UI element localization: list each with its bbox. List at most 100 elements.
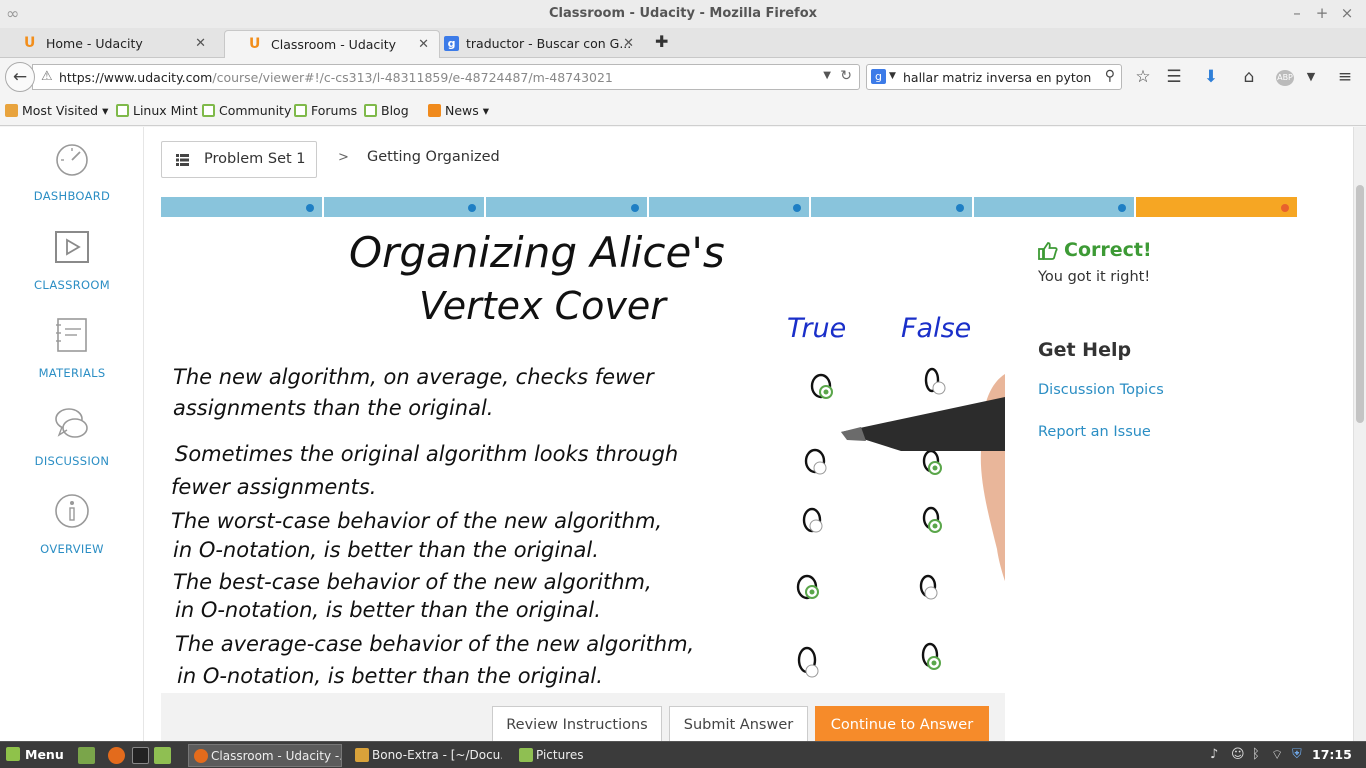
- quiz-title-line1: Organizing Alice's: [349, 228, 725, 277]
- desktop-taskbar: Menu Classroom - Udacity -... Bono-Extra…: [0, 741, 1366, 768]
- clock[interactable]: 17:15: [1312, 747, 1352, 762]
- close-tab-icon[interactable]: ✕: [195, 36, 206, 51]
- bookmarks-list-icon[interactable]: ☰: [1163, 67, 1185, 87]
- statement-text: The average-case behavior of the new alg…: [175, 632, 694, 656]
- back-button[interactable]: ←: [5, 62, 35, 92]
- home-icon[interactable]: ⌂: [1238, 67, 1260, 87]
- udacity-icon: U: [24, 35, 36, 51]
- folder-icon: [519, 748, 533, 762]
- sidebar-label: DASHBOARD: [33, 189, 111, 203]
- continue-to-answer-button[interactable]: Continue to Answer: [815, 706, 989, 741]
- page-scrollbar[interactable]: [1353, 127, 1366, 741]
- progress-segment[interactable]: [1136, 197, 1297, 217]
- sidebar-item-classroom[interactable]: CLASSROOM: [0, 228, 144, 292]
- close-tab-icon[interactable]: ✕: [418, 37, 429, 52]
- url-bar[interactable]: ⚠ https://www.udacity.com/course/viewer#…: [32, 64, 860, 90]
- submit-answer-button[interactable]: Submit Answer: [669, 706, 808, 741]
- statement-text: in O-notation, is better than the origin…: [175, 598, 601, 622]
- tab-classroom-udacity[interactable]: U Classroom - Udacity ✕: [224, 30, 440, 58]
- tab-label: traductor - Buscar con G...: [466, 36, 632, 51]
- site-info-icon[interactable]: ⚠: [41, 69, 53, 84]
- bluetooth-icon[interactable]: ᛒ: [1252, 747, 1260, 762]
- search-icon[interactable]: ⚲: [1105, 68, 1115, 84]
- lesson-menu-button[interactable]: Problem Set 1: [161, 141, 317, 178]
- bookmark-news[interactable]: News ▾: [428, 103, 489, 118]
- hamburger-menu-icon[interactable]: ≡: [1334, 67, 1356, 87]
- report-issue-link[interactable]: Report an Issue: [1038, 424, 1151, 440]
- show-desktop-icon[interactable]: [78, 747, 95, 764]
- minimize-icon[interactable]: –: [1288, 4, 1306, 22]
- discussion-topics-link[interactable]: Discussion Topics: [1038, 382, 1164, 398]
- lesson-label: Problem Set 1: [204, 151, 306, 167]
- sidebar-item-overview[interactable]: OVERVIEW: [0, 492, 144, 556]
- url-text[interactable]: https://www.udacity.com/course/viewer#!/…: [59, 70, 613, 85]
- taskbar-item-classroom[interactable]: Classroom - Udacity -...: [188, 744, 342, 767]
- sidebar-label: OVERVIEW: [40, 542, 104, 556]
- window-titlebar: ∞ Classroom - Udacity - Mozilla Firefox …: [0, 0, 1366, 28]
- search-engine-dropdown-icon[interactable]: ▼: [889, 71, 896, 81]
- shield-icon[interactable]: ⛨: [1292, 747, 1302, 762]
- taskbar-item-bono-extra[interactable]: Bono-Extra - [~/Docu...: [350, 744, 502, 767]
- adblock-dropdown-icon[interactable]: ▼: [1300, 70, 1322, 83]
- review-instructions-button[interactable]: Review Instructions: [492, 706, 662, 741]
- breadcrumb-separator: >: [338, 150, 349, 165]
- play-icon: [55, 231, 89, 263]
- new-tab-icon[interactable]: ✚: [655, 32, 668, 51]
- volume-icon[interactable]: ♪: [1210, 747, 1218, 762]
- scrollbar-thumb[interactable]: [1356, 185, 1364, 423]
- progress-segment[interactable]: [811, 197, 972, 217]
- bookmark-blog[interactable]: Blog: [364, 103, 409, 118]
- speedometer-icon: [56, 144, 88, 176]
- progress-segment[interactable]: [323, 197, 485, 217]
- bookmark-community[interactable]: Community: [202, 103, 291, 118]
- feedback-message: You got it right!: [1038, 269, 1151, 285]
- quiz-video-frame[interactable]: Organizing Alice's Vertex Cover True Fal…: [161, 219, 1005, 693]
- sidebar-label: CLASSROOM: [34, 278, 110, 292]
- progress-dot: [1280, 204, 1289, 212]
- search-bar[interactable]: g ▼ hallar matriz inversa en pyton ⚲: [866, 64, 1122, 90]
- tab-label: Home - Udacity: [46, 36, 143, 51]
- google-icon[interactable]: g: [871, 69, 886, 84]
- mint-icon: [202, 104, 215, 117]
- network-icon[interactable]: ⌔: [1271, 747, 1283, 763]
- progress-dot: [793, 204, 802, 212]
- progress-segment[interactable]: [648, 197, 810, 217]
- tab-home-udacity[interactable]: U Home - Udacity ✕: [0, 30, 216, 58]
- bookmark-star-icon[interactable]: ☆: [1132, 67, 1154, 87]
- statement-text: The best-case behavior of the new algori…: [173, 570, 652, 594]
- statement-text: The new algorithm, on average, checks fe…: [173, 365, 655, 389]
- adblock-icon[interactable]: ABP: [1276, 70, 1294, 86]
- navigation-toolbar: ⚠ https://www.udacity.com/course/viewer#…: [0, 58, 1366, 96]
- mint-icon: [294, 104, 307, 117]
- statement-text: The worst-case behavior of the new algor…: [171, 509, 662, 533]
- close-tab-icon[interactable]: ✕: [623, 36, 634, 51]
- files-icon[interactable]: [154, 747, 171, 764]
- user-icon[interactable]: ☺: [1231, 747, 1245, 762]
- sidebar-item-dashboard[interactable]: DASHBOARD: [0, 139, 144, 203]
- close-window-icon[interactable]: ×: [1338, 4, 1356, 22]
- tab-traductor[interactable]: g traductor - Buscar con G... ✕: [434, 30, 644, 58]
- bookmarks-toolbar: Most Visited ▾ Linux Mint Community Foru…: [0, 96, 1366, 126]
- taskbar-item-pictures[interactable]: Pictures: [514, 744, 664, 767]
- progress-segment[interactable]: [973, 197, 1135, 217]
- progress-dot: [468, 204, 477, 212]
- start-menu-button[interactable]: Menu: [6, 747, 64, 762]
- sidebar-item-discussion[interactable]: DISCUSSION: [0, 404, 144, 468]
- bookmark-linux-mint[interactable]: Linux Mint: [116, 103, 198, 118]
- correct-label: Correct!: [1064, 239, 1152, 261]
- url-history-dropdown-icon[interactable]: ▼: [823, 70, 831, 81]
- downloads-icon[interactable]: ⬇: [1200, 67, 1222, 87]
- reload-icon[interactable]: ↻: [840, 68, 852, 84]
- bookmark-most-visited[interactable]: Most Visited ▾: [5, 103, 108, 118]
- sidebar-item-materials[interactable]: MATERIALS: [0, 316, 144, 380]
- info-icon: [55, 494, 89, 528]
- search-input[interactable]: hallar matriz inversa en pyton: [903, 70, 1091, 85]
- progress-segment[interactable]: [486, 197, 647, 217]
- maximize-icon[interactable]: +: [1313, 4, 1331, 22]
- bookmark-forums[interactable]: Forums: [294, 103, 357, 118]
- terminal-icon[interactable]: [132, 747, 149, 764]
- firefox-icon[interactable]: [108, 747, 125, 764]
- progress-segment[interactable]: [161, 197, 322, 217]
- udacity-icon: U: [249, 36, 261, 52]
- window-title: Classroom - Udacity - Mozilla Firefox: [548, 6, 818, 21]
